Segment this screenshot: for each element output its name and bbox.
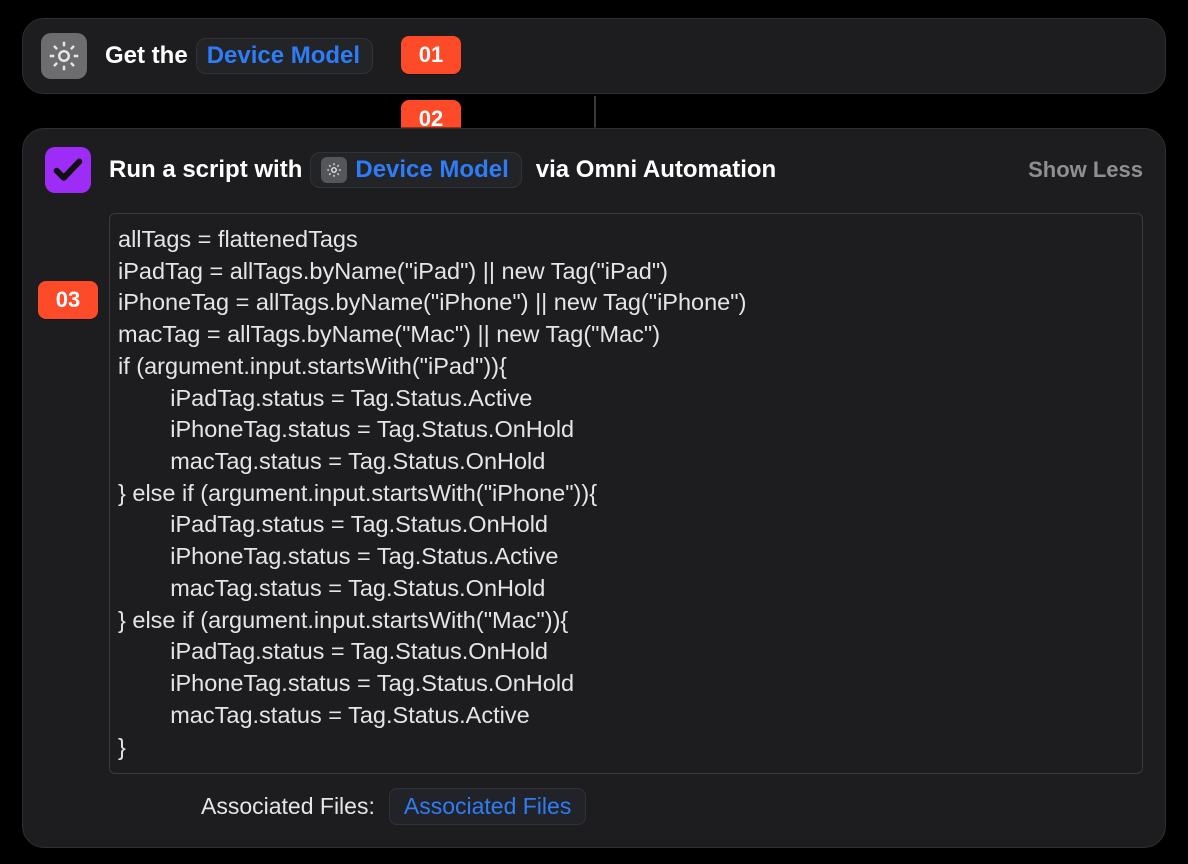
associated-files-token[interactable]: Associated Files [389, 788, 586, 825]
callout-01: 01 [401, 36, 461, 74]
action2-suffix: via Omni Automation [536, 156, 776, 184]
callout-03: 03 [38, 281, 98, 319]
associated-files-label: Associated Files: [201, 793, 375, 820]
show-less-toggle[interactable]: Show Less [1028, 157, 1143, 183]
action2-prefix: Run a script with [109, 156, 302, 184]
device-model-token-2[interactable]: Device Model [310, 152, 521, 188]
checkmark-icon [45, 147, 91, 193]
action-get-device-model[interactable]: Get the Device Model [22, 18, 1166, 94]
action1-prefix: Get the [105, 42, 188, 70]
gear-icon [321, 157, 347, 183]
gear-icon [41, 33, 87, 79]
action-run-script-omni[interactable]: Run a script with Device Model via Omni … [22, 128, 1166, 848]
device-model-token[interactable]: Device Model [196, 38, 373, 74]
script-textarea[interactable]: allTags = flattenedTags iPadTag = allTag… [109, 213, 1143, 774]
device-model-token-label: Device Model [207, 43, 360, 69]
flow-connector [594, 96, 596, 130]
device-model-token-2-label: Device Model [355, 157, 508, 183]
